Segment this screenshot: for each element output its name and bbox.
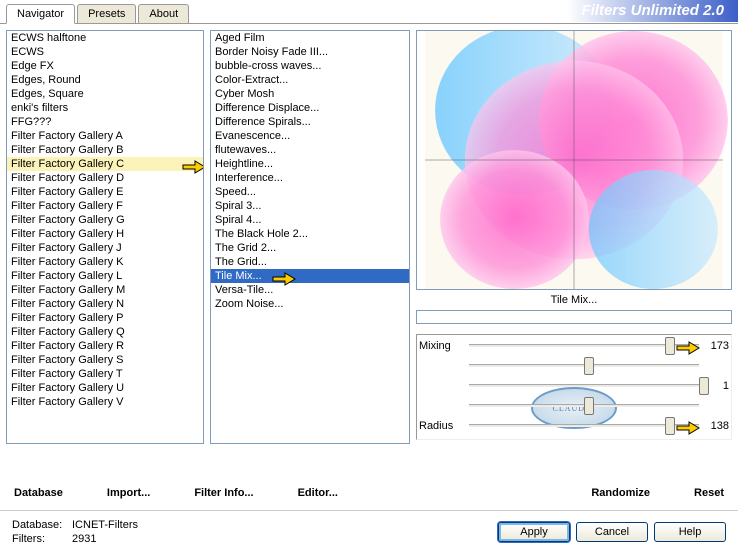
filter-item[interactable]: Border Noisy Fade III...: [211, 45, 409, 59]
filter-item[interactable]: The Grid...: [211, 255, 409, 269]
category-item[interactable]: Filter Factory Gallery F: [7, 199, 203, 213]
slider-thumb[interactable]: [665, 417, 675, 435]
filter-item[interactable]: Difference Displace...: [211, 101, 409, 115]
category-item[interactable]: Filter Factory Gallery C: [7, 157, 203, 171]
slider-row: 1: [417, 377, 731, 395]
category-item[interactable]: Filter Factory Gallery Q: [7, 325, 203, 339]
category-item[interactable]: Filter Factory Gallery H: [7, 227, 203, 241]
header: NavigatorPresetsAbout Filters Unlimited …: [0, 0, 738, 24]
category-item[interactable]: Filter Factory Gallery R: [7, 339, 203, 353]
slider-thumb[interactable]: [699, 377, 709, 395]
filter-listbox[interactable]: Aged FilmBorder Noisy Fade III...bubble-…: [210, 30, 410, 444]
filter-item[interactable]: Cyber Mosh: [211, 87, 409, 101]
category-item[interactable]: Filter Factory Gallery K: [7, 255, 203, 269]
filter-item[interactable]: flutewaves...: [211, 143, 409, 157]
slider-thumb[interactable]: [584, 397, 594, 415]
slider-value: 138: [699, 420, 731, 432]
preview-image: [416, 30, 732, 290]
filter-item[interactable]: Tile Mix...: [211, 269, 409, 283]
slider-track[interactable]: [469, 397, 699, 415]
filter-item[interactable]: Versa-Tile...: [211, 283, 409, 297]
sliders-panel: CLAUDIA Mixing1731Radius138: [416, 334, 732, 440]
slider-value: 173: [699, 340, 731, 352]
slider-label: Mixing: [417, 340, 469, 352]
slider-thumb[interactable]: [665, 337, 675, 355]
category-item[interactable]: Filter Factory Gallery T: [7, 367, 203, 381]
category-item[interactable]: Edge FX: [7, 59, 203, 73]
category-item[interactable]: Filter Factory Gallery J: [7, 241, 203, 255]
category-item[interactable]: Filter Factory Gallery U: [7, 381, 203, 395]
filter-item[interactable]: Difference Spirals...: [211, 115, 409, 129]
filter-item[interactable]: Spiral 3...: [211, 199, 409, 213]
filter-item[interactable]: bubble-cross waves...: [211, 59, 409, 73]
db-label: Database:: [12, 519, 72, 531]
reset-button[interactable]: Reset: [686, 484, 732, 502]
slider-track[interactable]: [469, 377, 699, 395]
filter-item[interactable]: Spiral 4...: [211, 213, 409, 227]
db-value: ICNET-Filters: [72, 519, 138, 531]
slider-track[interactable]: [469, 417, 699, 435]
category-item[interactable]: ECWS: [7, 45, 203, 59]
tab-about[interactable]: About: [138, 4, 189, 23]
slider-row: [417, 397, 731, 415]
category-item[interactable]: Filter Factory Gallery V: [7, 395, 203, 409]
progress-bar: [416, 310, 732, 324]
editor--button[interactable]: Editor...: [290, 484, 346, 502]
slider-row: Radius 138: [417, 417, 731, 435]
category-item[interactable]: Edges, Round: [7, 73, 203, 87]
slider-row: Mixing 173: [417, 337, 731, 355]
toolbar: Database Import... Filter Info... Editor...…: [0, 480, 738, 506]
category-item[interactable]: FFG???: [7, 115, 203, 129]
cancel-button[interactable]: Cancel: [576, 522, 648, 542]
category-item[interactable]: Edges, Square: [7, 87, 203, 101]
app-title: Filters Unlimited 2.0: [567, 0, 738, 22]
filter-info--button[interactable]: Filter Info...: [186, 484, 261, 502]
category-item[interactable]: enki's filters: [7, 101, 203, 115]
category-listbox[interactable]: ECWS halftoneECWSEdge FXEdges, RoundEdge…: [6, 30, 204, 444]
category-item[interactable]: Filter Factory Gallery D: [7, 171, 203, 185]
category-item[interactable]: Filter Factory Gallery L: [7, 269, 203, 283]
tab-presets[interactable]: Presets: [77, 4, 136, 23]
footer: Database:ICNET-Filters Filters:2931 Appl…: [0, 510, 738, 553]
filters-count-value: 2931: [72, 533, 96, 545]
category-item[interactable]: Filter Factory Gallery S: [7, 353, 203, 367]
slider-thumb[interactable]: [584, 357, 594, 375]
filter-item[interactable]: Speed...: [211, 185, 409, 199]
filter-item[interactable]: Evanescence...: [211, 129, 409, 143]
category-item[interactable]: Filter Factory Gallery A: [7, 129, 203, 143]
category-item[interactable]: Filter Factory Gallery B: [7, 143, 203, 157]
tab-bar: NavigatorPresetsAbout: [0, 4, 191, 23]
slider-track[interactable]: [469, 357, 699, 375]
apply-button[interactable]: Apply: [498, 522, 570, 542]
filter-item[interactable]: Color-Extract...: [211, 73, 409, 87]
current-filter-label: Tile Mix...: [416, 290, 732, 310]
category-item[interactable]: ECWS halftone: [7, 31, 203, 45]
filters-count-label: Filters:: [12, 533, 72, 545]
category-item[interactable]: Filter Factory Gallery E: [7, 185, 203, 199]
filter-item[interactable]: Interference...: [211, 171, 409, 185]
filter-item[interactable]: Aged Film: [211, 31, 409, 45]
slider-label: Radius: [417, 420, 469, 432]
randomize-button[interactable]: Randomize: [583, 484, 658, 502]
category-item[interactable]: Filter Factory Gallery G: [7, 213, 203, 227]
database-button[interactable]: Database: [6, 484, 71, 502]
filter-item[interactable]: The Black Hole 2...: [211, 227, 409, 241]
import--button[interactable]: Import...: [99, 484, 158, 502]
category-item[interactable]: Filter Factory Gallery M: [7, 283, 203, 297]
category-item[interactable]: Filter Factory Gallery P: [7, 311, 203, 325]
slider-track[interactable]: [469, 337, 699, 355]
category-item[interactable]: Filter Factory Gallery N: [7, 297, 203, 311]
tab-navigator[interactable]: Navigator: [6, 4, 75, 24]
slider-row: [417, 357, 731, 375]
filter-item[interactable]: Zoom Noise...: [211, 297, 409, 311]
filter-item[interactable]: The Grid 2...: [211, 241, 409, 255]
help-button[interactable]: Help: [654, 522, 726, 542]
filter-item[interactable]: Heightline...: [211, 157, 409, 171]
